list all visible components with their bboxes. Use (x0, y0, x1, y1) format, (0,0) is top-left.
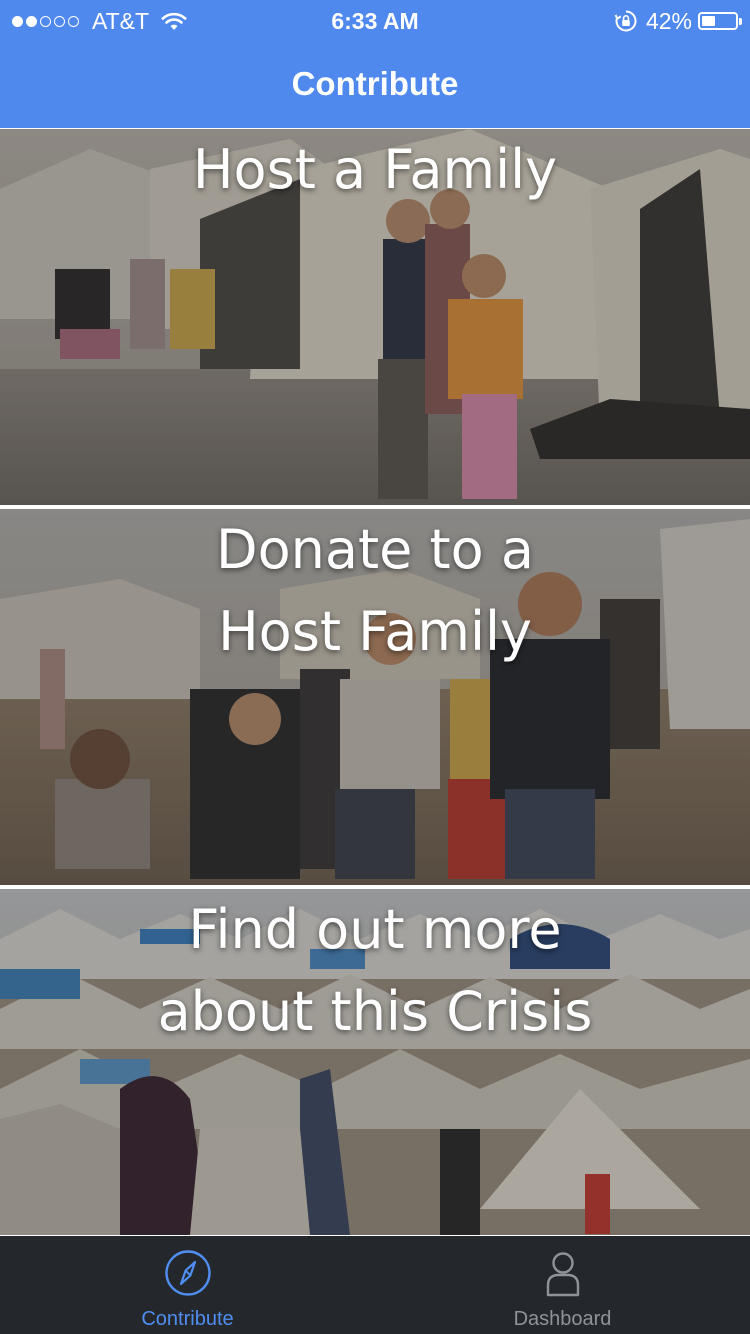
donate-title-line-2: Host Family (218, 600, 532, 663)
contribute-screen: AT&T 6:33 AM 42% Contribute Host a Famil… (0, 0, 750, 1334)
tab-contribute[interactable]: Contribute (0, 1236, 375, 1334)
battery-icon (698, 12, 742, 30)
tab-contribute-label: Contribute (141, 1308, 234, 1330)
tab-dashboard-label: Dashboard (513, 1308, 612, 1330)
battery-fill (702, 16, 715, 26)
battery-tip (739, 18, 742, 25)
find-out-more-title-line-1: Find out more (188, 898, 562, 961)
host-a-family-card[interactable]: Host a Family (0, 129, 750, 505)
compass-icon (164, 1249, 212, 1302)
donate-title: Donate to a Host Family (0, 509, 750, 673)
find-out-more-title: Find out more about this Crisis (0, 889, 750, 1053)
donate-title-line-1: Donate to a (216, 518, 534, 581)
person-icon (539, 1249, 587, 1302)
donate-to-host-family-card[interactable]: Donate to a Host Family (0, 509, 750, 885)
rotation-lock-icon (614, 9, 638, 33)
page-title: Contribute (291, 65, 459, 102)
battery-percent: 42% (645, 7, 692, 34)
top-bar: AT&T 6:33 AM 42% Contribute (0, 0, 750, 128)
find-out-more-card[interactable]: Find out more about this Crisis (0, 889, 750, 1235)
status-bar: AT&T 6:33 AM 42% (0, 0, 750, 40)
find-out-more-title-line-2: about this Crisis (157, 980, 593, 1043)
tab-bar: Contribute Dashboard (0, 1236, 750, 1334)
tab-dashboard[interactable]: Dashboard (375, 1236, 750, 1334)
host-a-family-title: Host a Family (192, 138, 558, 201)
status-right: 42% (614, 6, 742, 36)
